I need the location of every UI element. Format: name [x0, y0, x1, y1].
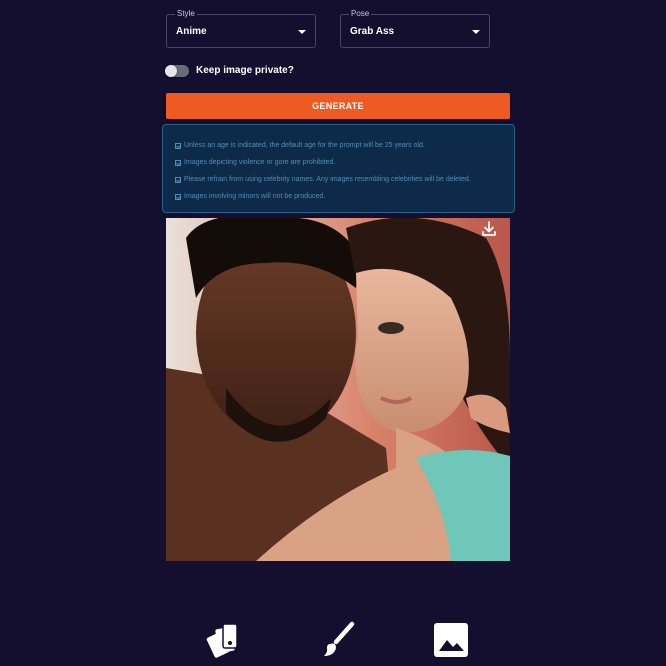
- pose-select-label: Pose: [349, 9, 372, 19]
- chevron-down-icon: [298, 30, 306, 34]
- checkbox-icon: [175, 142, 181, 149]
- generate-button[interactable]: GENERATE: [166, 93, 510, 119]
- download-icon[interactable]: [480, 220, 498, 238]
- pose-select[interactable]: Pose Grab Ass: [340, 9, 490, 48]
- generated-image: [166, 218, 510, 561]
- style-select-label: Style: [175, 9, 197, 19]
- privacy-toggle-label: Keep image private?: [196, 65, 294, 76]
- style-select-value: Anime: [176, 26, 207, 37]
- privacy-toggle[interactable]: [165, 65, 189, 77]
- rule-item: Images involving minors will not be prod…: [175, 188, 514, 205]
- swatch-icon[interactable]: [204, 620, 244, 660]
- rule-item: Unless an age is indicated, the default …: [175, 137, 514, 154]
- checkbox-icon: [175, 193, 181, 200]
- style-select[interactable]: Style Anime: [166, 9, 316, 48]
- rule-text: Please refrain from using celebrity name…: [184, 176, 471, 183]
- checkbox-icon: [175, 176, 181, 183]
- chevron-down-icon: [472, 30, 480, 34]
- rule-text: Images involving minors will not be prod…: [184, 193, 326, 200]
- pose-select-value: Grab Ass: [350, 26, 395, 37]
- checkbox-icon: [175, 159, 181, 166]
- generated-image-art: [166, 218, 510, 561]
- image-icon[interactable]: [431, 620, 471, 660]
- toggle-knob: [165, 65, 177, 77]
- rule-text: Unless an age is indicated, the default …: [184, 142, 425, 149]
- rule-item: Please refrain from using celebrity name…: [175, 171, 514, 188]
- rule-item: Images depicting violence or gore are pr…: [175, 154, 514, 171]
- brush-icon[interactable]: [318, 620, 358, 660]
- rules-notice: Unless an age is indicated, the default …: [162, 124, 515, 213]
- rule-text: Images depicting violence or gore are pr…: [184, 159, 336, 166]
